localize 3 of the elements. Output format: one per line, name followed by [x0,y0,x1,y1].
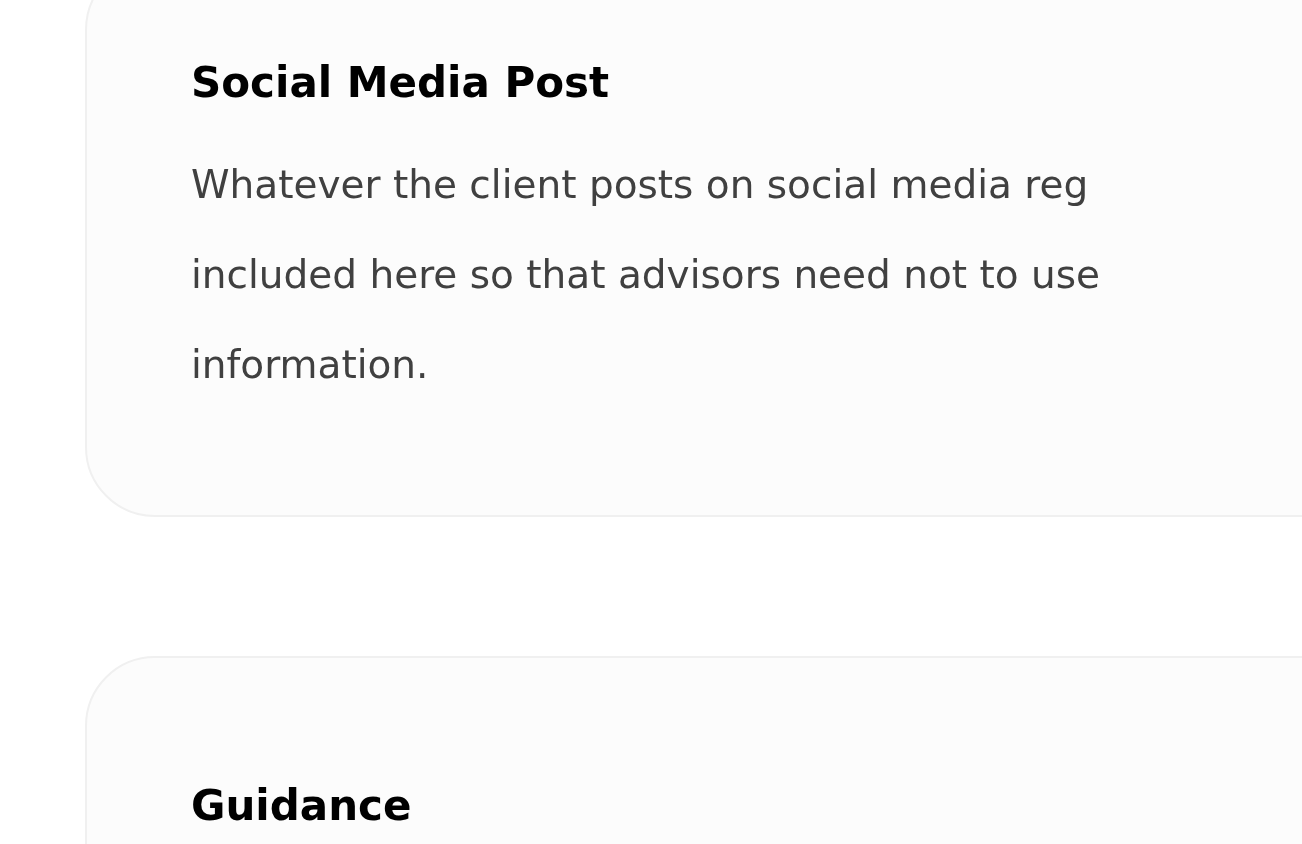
card-title: Guidance [191,780,413,832]
card-title: Social Media Post [191,57,611,109]
card-description: Whatever the client posts on social media reg included here so that advisors need not to use information. [191,161,1101,389]
